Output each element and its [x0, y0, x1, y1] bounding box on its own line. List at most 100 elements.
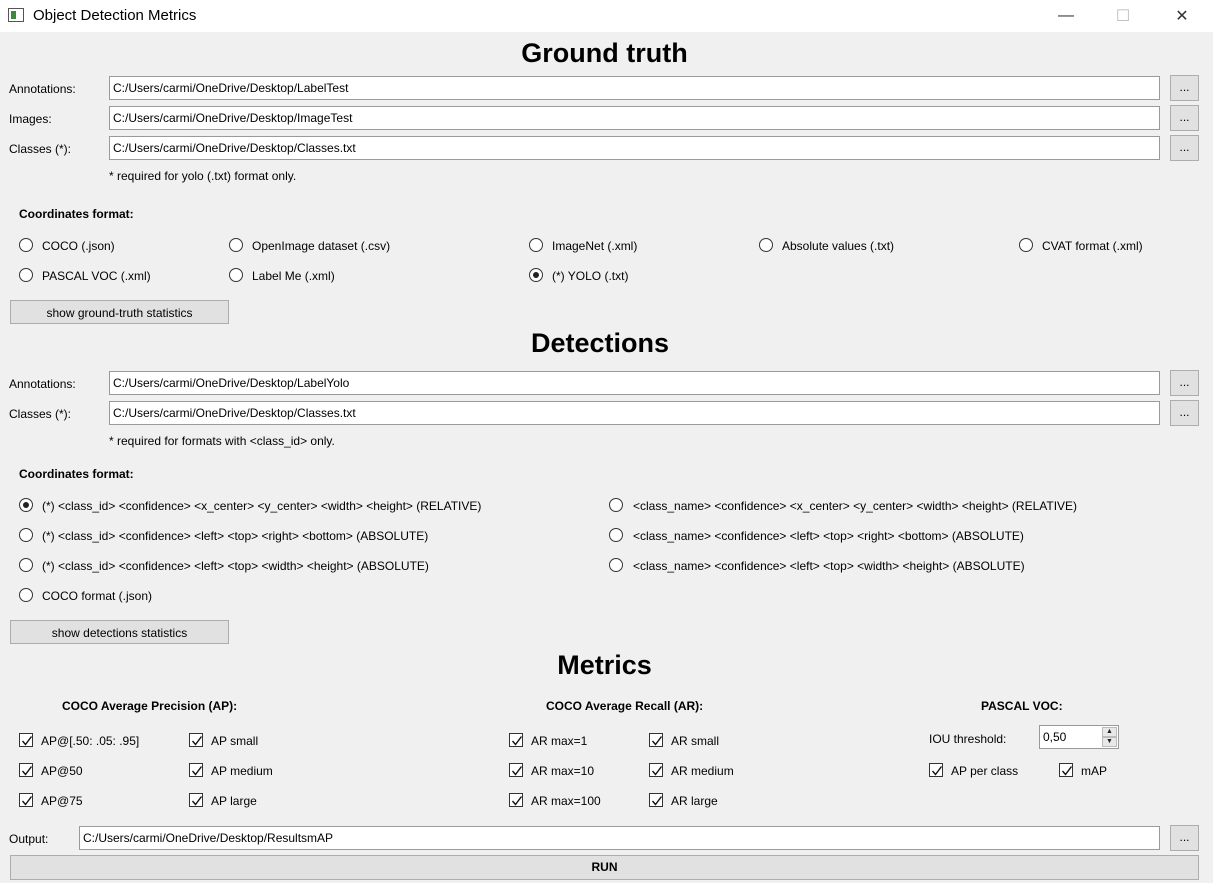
ap-medium-checkbox[interactable]: [189, 763, 203, 777]
ap-50-95-label: AP@[.50: .05: .95]: [41, 734, 140, 748]
output-browse-button[interactable]: ...: [1170, 825, 1199, 851]
gt-format-cvat-label: CVAT format (.xml): [1042, 239, 1143, 253]
det-format-classid-ltrb-label: (*) <class_id> <confidence> <left> <top>…: [42, 529, 429, 543]
ar-large-label: AR large: [671, 794, 718, 808]
gt-annotations-browse-button[interactable]: ...: [1170, 75, 1199, 101]
gt-format-absolute-label: Absolute values (.txt): [782, 239, 895, 253]
gt-required-note: * required for yolo (.txt) format only.: [109, 169, 297, 183]
ap-large-label: AP large: [211, 794, 257, 808]
ground-truth-title: Ground truth: [521, 38, 688, 68]
ap-small-label: AP small: [211, 734, 259, 748]
ap-50-95-checkbox[interactable]: [19, 733, 33, 747]
gt-format-pascal-voc-label: PASCAL VOC (.xml): [42, 269, 151, 283]
output-input[interactable]: C:/Users/carmi/OneDrive/Desktop/Resultsm…: [79, 826, 1160, 850]
ap-medium-label: AP medium: [211, 764, 273, 778]
ap-small-checkbox[interactable]: [189, 733, 203, 747]
det-format-coco-radio[interactable]: [19, 588, 33, 602]
ar-max100-label: AR max=100: [531, 794, 601, 808]
map-label: mAP: [1081, 764, 1108, 778]
ar-max10-label: AR max=10: [531, 764, 595, 778]
gt-format-labelme-label: Label Me (.xml): [252, 269, 335, 283]
det-format-classname-xywh-relative-radio[interactable]: [609, 498, 623, 512]
ap-per-class-label: AP per class: [951, 764, 1019, 778]
gt-classes-input[interactable]: C:/Users/carmi/OneDrive/Desktop/Classes.…: [109, 136, 1160, 160]
ar-small-checkbox[interactable]: [649, 733, 663, 747]
ap-75-label: AP@75: [41, 794, 83, 808]
gt-images-label: Images:: [9, 112, 52, 126]
det-format-classname-ltwh-label: <class_name> <confidence> <left> <top> <…: [633, 559, 1025, 573]
close-button[interactable]: ✕: [1159, 0, 1205, 32]
ar-medium-checkbox[interactable]: [649, 763, 663, 777]
coco-ap-title: COCO Average Precision (AP):: [62, 699, 238, 713]
ar-max1-label: AR max=1: [531, 734, 588, 748]
det-classes-input[interactable]: C:/Users/carmi/OneDrive/Desktop/Classes.…: [109, 401, 1160, 425]
gt-format-yolo-radio[interactable]: [529, 268, 543, 282]
ap-75-checkbox[interactable]: [19, 793, 33, 807]
det-required-note: * required for formats with <class_id> o…: [109, 434, 335, 448]
gt-annotations-label: Annotations:: [9, 82, 76, 96]
det-classes-browse-button[interactable]: ...: [1170, 400, 1199, 426]
gt-format-imagenet-radio[interactable]: [529, 238, 543, 252]
det-format-classname-xywh-relative-label: <class_name> <confidence> <x_center> <y_…: [633, 499, 1078, 513]
gt-format-absolute-radio[interactable]: [759, 238, 773, 252]
ap-per-class-checkbox[interactable]: [929, 763, 943, 777]
iou-threshold-value: 0,50: [1043, 730, 1067, 744]
ar-max10-checkbox[interactable]: [509, 763, 523, 777]
show-ground-truth-statistics-button[interactable]: show ground-truth statistics: [10, 300, 229, 324]
ar-medium-label: AR medium: [671, 764, 734, 778]
gt-format-coco-label: COCO (.json): [42, 239, 115, 253]
gt-format-coco-radio[interactable]: [19, 238, 33, 252]
title-bar: Object Detection Metrics — ☐ ✕: [0, 0, 1213, 32]
gt-coordinates-format-title: Coordinates format:: [19, 207, 134, 221]
iou-threshold-spinbox[interactable]: 0,50 ▲ ▼: [1039, 725, 1119, 749]
app-icon: [8, 8, 24, 22]
spin-down-icon[interactable]: ▼: [1102, 737, 1117, 747]
det-format-classid-ltrb-radio[interactable]: [19, 528, 33, 542]
det-annotations-label: Annotations:: [9, 377, 76, 391]
gt-annotations-input[interactable]: C:/Users/carmi/OneDrive/Desktop/LabelTes…: [109, 76, 1160, 100]
iou-threshold-label: IOU threshold:: [929, 732, 1007, 746]
gt-classes-browse-button[interactable]: ...: [1170, 135, 1199, 161]
pascal-voc-title: PASCAL VOC:: [981, 699, 1063, 713]
gt-format-openimage-label: OpenImage dataset (.csv): [252, 239, 391, 253]
run-button[interactable]: RUN: [10, 855, 1199, 880]
window-title: Object Detection Metrics: [33, 7, 197, 24]
spin-up-icon[interactable]: ▲: [1102, 727, 1117, 737]
det-classes-label: Classes (*):: [9, 407, 72, 421]
coco-ar-title: COCO Average Recall (AR):: [546, 699, 704, 713]
show-detections-statistics-button[interactable]: show detections statistics: [10, 620, 229, 644]
ar-large-checkbox[interactable]: [649, 793, 663, 807]
ar-max100-checkbox[interactable]: [509, 793, 523, 807]
det-coordinates-format-title: Coordinates format:: [19, 467, 134, 481]
det-format-classid-ltwh-label: (*) <class_id> <confidence> <left> <top>…: [42, 559, 429, 573]
gt-format-imagenet-label: ImageNet (.xml): [552, 239, 638, 253]
ap-50-label: AP@50: [41, 764, 83, 778]
minimize-button[interactable]: —: [1043, 0, 1089, 32]
det-format-classid-ltwh-radio[interactable]: [19, 558, 33, 572]
ap-50-checkbox[interactable]: [19, 763, 33, 777]
gt-images-input[interactable]: C:/Users/carmi/OneDrive/Desktop/ImageTes…: [109, 106, 1160, 130]
maximize-button[interactable]: ☐: [1100, 0, 1146, 32]
det-annotations-input[interactable]: C:/Users/carmi/OneDrive/Desktop/LabelYol…: [109, 371, 1160, 395]
ap-large-checkbox[interactable]: [189, 793, 203, 807]
gt-format-openimage-radio[interactable]: [229, 238, 243, 252]
det-annotations-browse-button[interactable]: ...: [1170, 370, 1199, 396]
gt-format-labelme-radio[interactable]: [229, 268, 243, 282]
det-format-coco-label: COCO format (.json): [42, 589, 153, 603]
gt-classes-label: Classes (*):: [9, 142, 72, 156]
gt-format-yolo-label: (*) YOLO (.txt): [552, 269, 629, 283]
gt-images-browse-button[interactable]: ...: [1170, 105, 1199, 131]
gt-format-pascal-voc-radio[interactable]: [19, 268, 33, 282]
metrics-title: Metrics: [557, 650, 652, 680]
det-format-classname-ltwh-radio[interactable]: [609, 558, 623, 572]
gt-format-cvat-radio[interactable]: [1019, 238, 1033, 252]
det-format-classname-ltrb-radio[interactable]: [609, 528, 623, 542]
ar-max1-checkbox[interactable]: [509, 733, 523, 747]
det-format-classid-xywh-relative-label: (*) <class_id> <confidence> <x_center> <…: [42, 499, 482, 513]
output-label: Output:: [9, 832, 49, 846]
detections-title: Detections: [530, 328, 670, 358]
ar-small-label: AR small: [671, 734, 720, 748]
det-format-classname-ltrb-label: <class_name> <confidence> <left> <top> <…: [633, 529, 1024, 543]
det-format-classid-xywh-relative-radio[interactable]: [19, 498, 33, 512]
map-checkbox[interactable]: [1059, 763, 1073, 777]
